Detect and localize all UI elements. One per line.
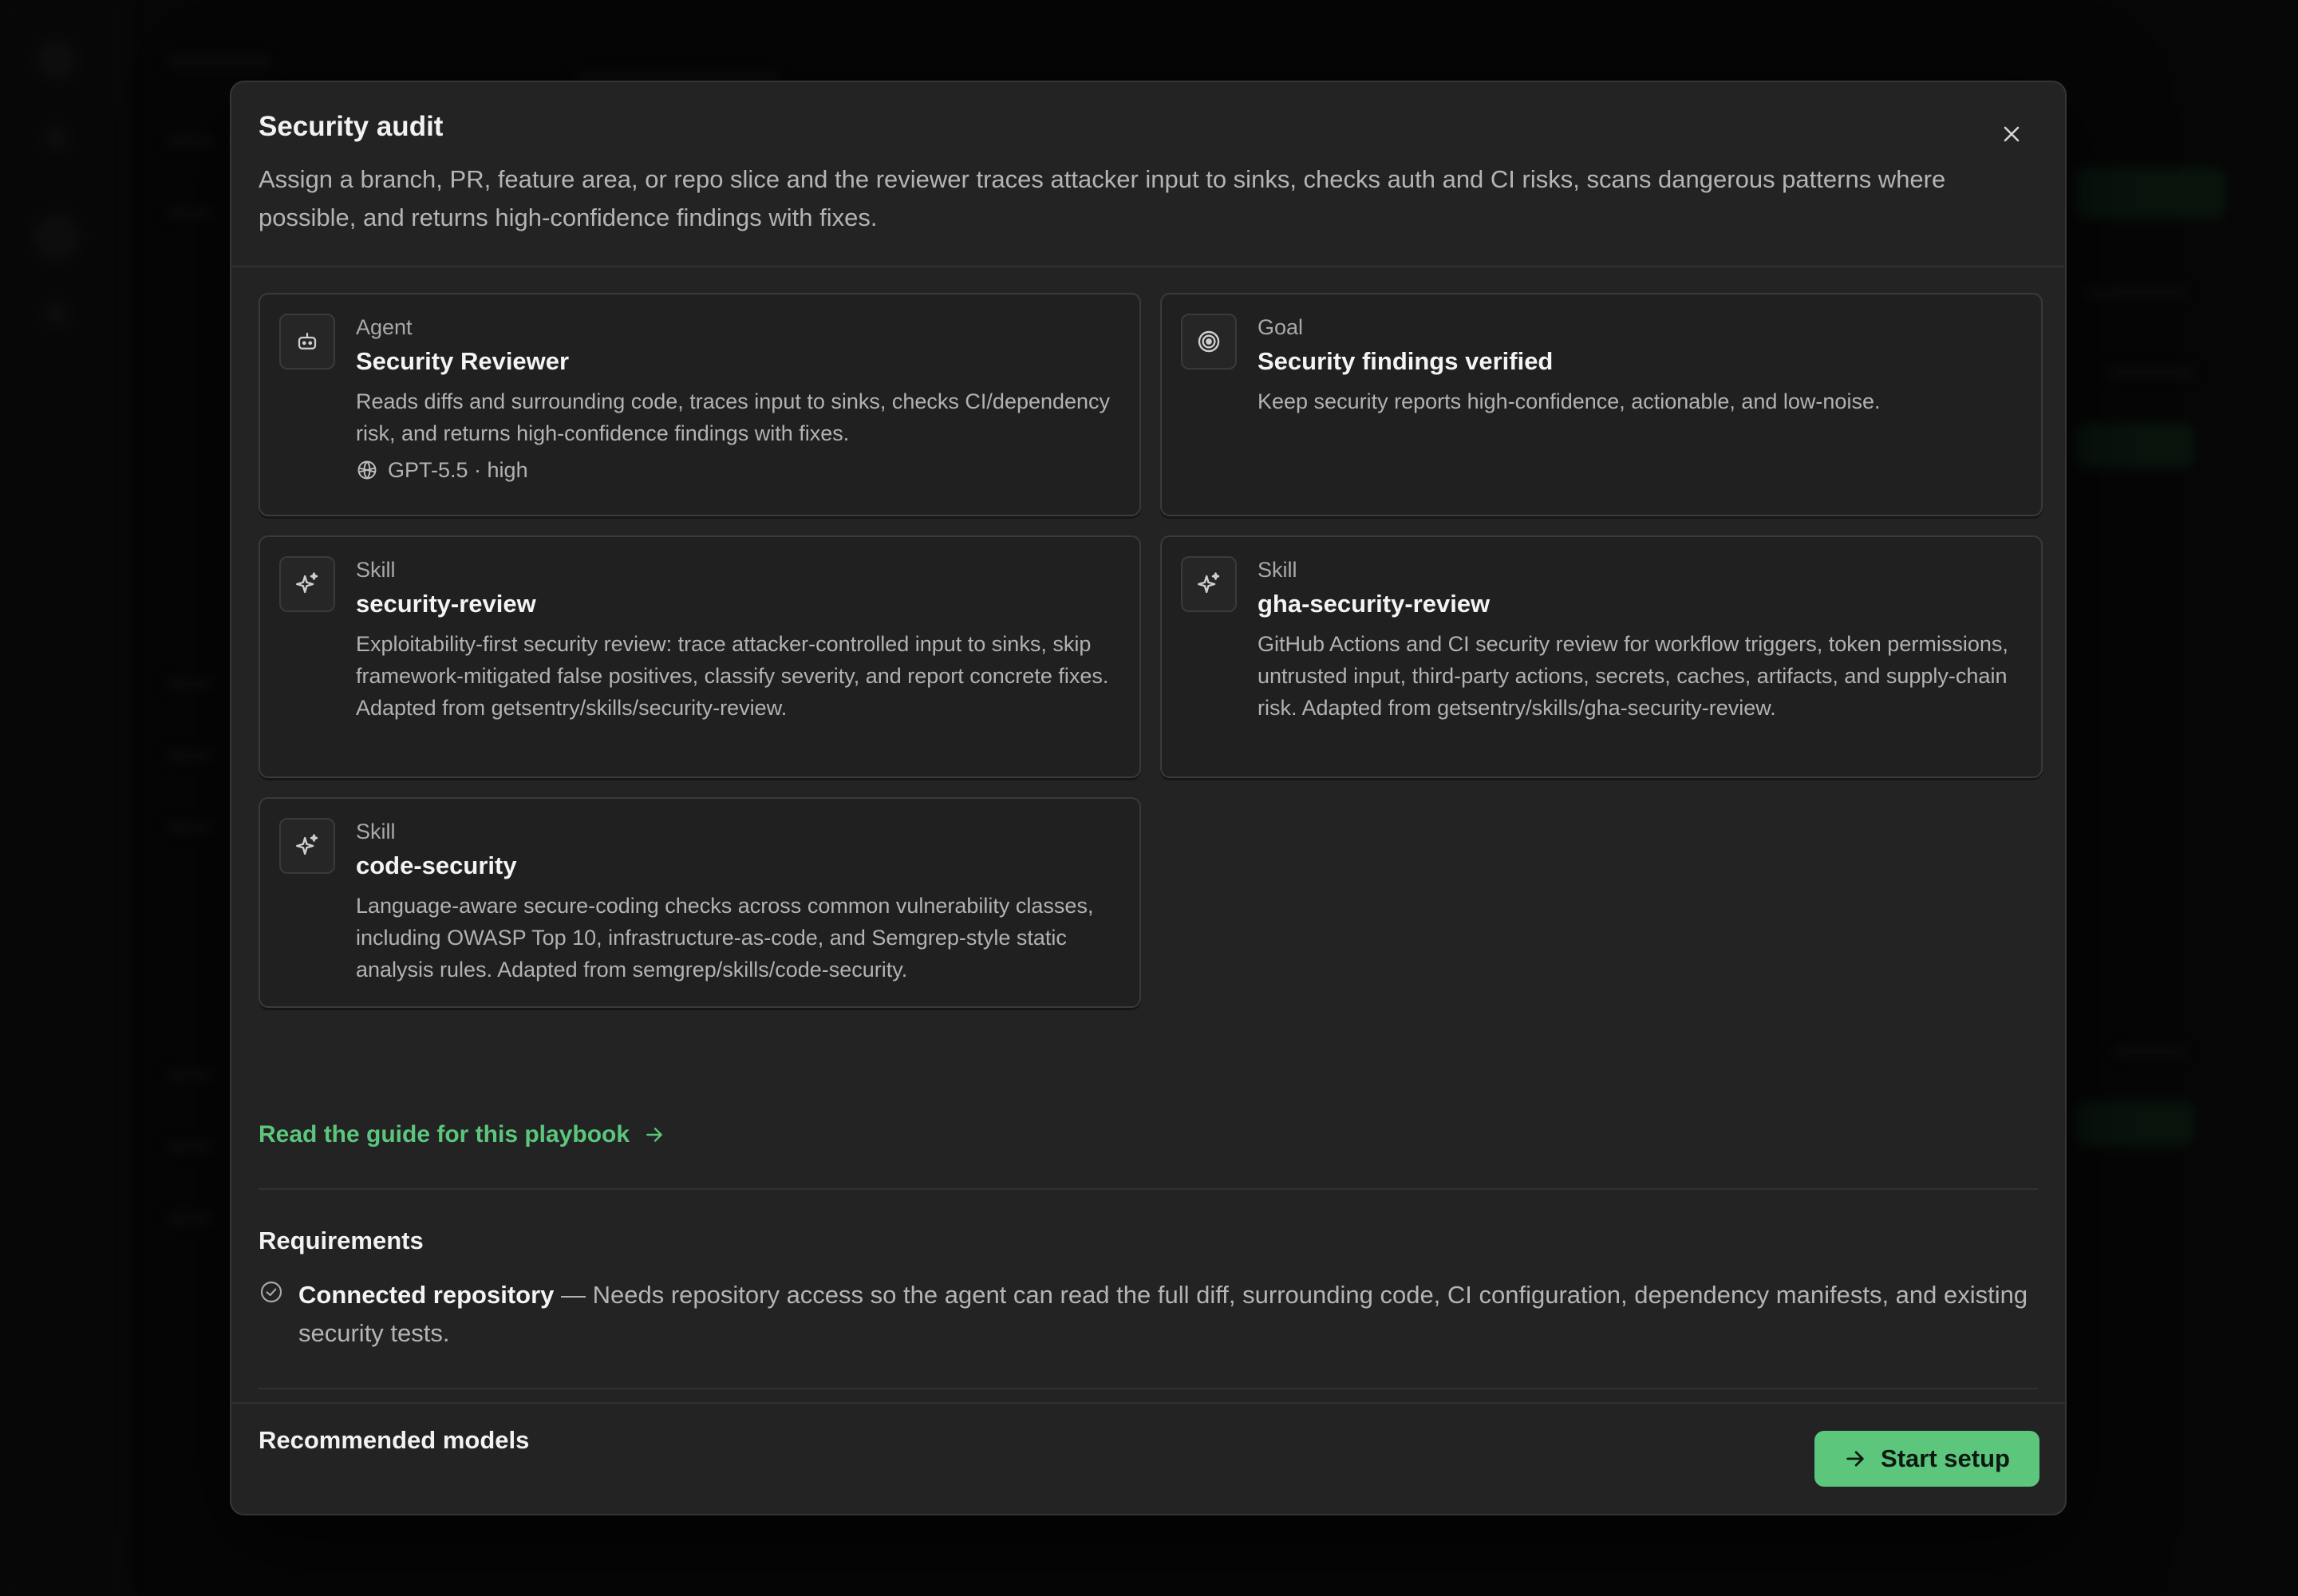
model-icon	[357, 460, 377, 480]
security-audit-dialog: Security audit Assign a branch, PR, feat…	[230, 81, 2067, 1515]
card-kind-label: Skill	[356, 820, 396, 843]
target-icon	[1181, 314, 1237, 369]
card-name: Security Reviewer	[356, 347, 570, 375]
section-divider	[259, 1188, 2038, 1190]
requirement-name: Connected repository	[298, 1281, 555, 1309]
card-name: code-security	[356, 851, 517, 879]
close-button[interactable]	[1990, 113, 2033, 156]
guide-link-label: Read the guide for this playbook	[259, 1121, 630, 1148]
card-kind-label: Agent	[356, 315, 413, 339]
robot-icon	[279, 314, 335, 369]
model-label: GPT-5.5 · high	[388, 458, 528, 482]
dialog-description: Assign a branch, PR, feature area, or re…	[259, 165, 1946, 231]
check-circle-icon	[260, 1281, 282, 1303]
start-setup-label: Start setup	[1881, 1444, 2010, 1472]
section-divider	[259, 1388, 2038, 1389]
sparkle-icon	[279, 818, 335, 874]
skill-card-security-review[interactable]: Skill security-review Exploitability-fir…	[259, 535, 1141, 778]
card-kind-label: Goal	[1258, 315, 1304, 339]
sparkle-icon	[1181, 556, 1237, 612]
agent-card[interactable]: Agent Security Reviewer Reads diffs and …	[259, 293, 1141, 516]
arrow-right-icon	[646, 1128, 662, 1142]
skill-card-code-security[interactable]: Skill code-security Language-aware secur…	[259, 797, 1141, 1008]
dialog-header: Security audit Assign a branch, PR, feat…	[231, 82, 2065, 267]
card-name: Security findings verified	[1258, 347, 1554, 375]
card-description: Exploitability-first security review: tr…	[356, 632, 1109, 720]
requirement-item: Connected repository — Needs repository …	[259, 1276, 2030, 1353]
dialog-title: Security audit	[259, 111, 444, 142]
goal-card[interactable]: Goal Security findings verified Keep sec…	[1160, 293, 2043, 516]
card-description: GitHub Actions and CI security review fo…	[1258, 632, 2008, 720]
card-kind-label: Skill	[356, 558, 396, 582]
requirement-separator: —	[554, 1281, 593, 1309]
dialog-footer: Start setup	[231, 1402, 2065, 1514]
card-description: Language-aware secure-coding checks acro…	[356, 894, 1094, 982]
close-icon	[2004, 126, 2020, 142]
card-name: security-review	[356, 590, 536, 618]
skill-card-gha-security-review[interactable]: Skill gha-security-review GitHub Actions…	[1160, 535, 2043, 778]
model-info: GPT-5.5 · high	[356, 454, 1120, 486]
requirements-title: Requirements	[259, 1227, 424, 1254]
playbook-guide-link[interactable]: Read the guide for this playbook	[259, 1121, 665, 1148]
card-description: Reads diffs and surrounding code, traces…	[356, 389, 1111, 445]
start-setup-button[interactable]: Start setup	[1814, 1431, 2039, 1487]
card-kind-label: Skill	[1258, 558, 1297, 582]
card-name: gha-security-review	[1258, 590, 1491, 618]
sparkle-icon	[279, 556, 335, 612]
arrow-right-icon	[1846, 1451, 1864, 1467]
card-description: Keep security reports high-confidence, a…	[1258, 389, 1881, 413]
requirement-text: Connected repository — Needs repository …	[298, 1276, 2030, 1353]
